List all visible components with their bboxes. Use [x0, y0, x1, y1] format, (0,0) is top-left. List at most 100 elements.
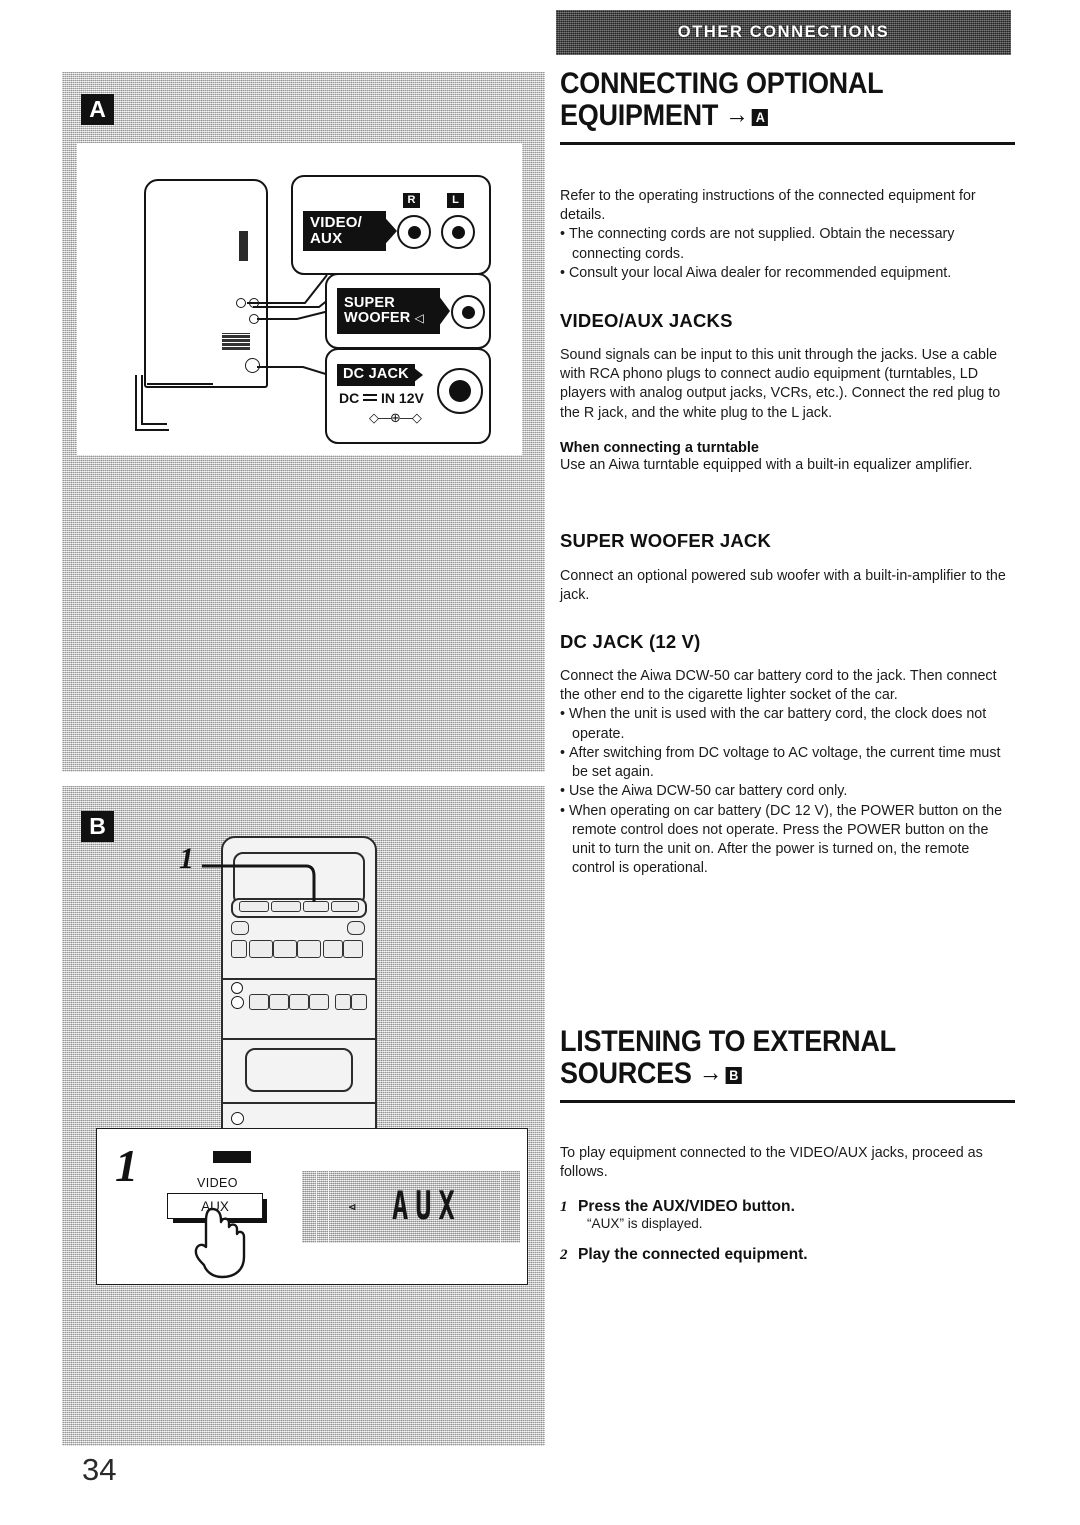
dc-jack-block: DC JACK (12 V) Connect the Aiwa DCW-50 c… — [560, 631, 1015, 878]
row-key-5[interactable] — [323, 940, 343, 958]
video-aux-arrow-icon — [379, 211, 397, 251]
super-woofer-jack-title: SUPER WOOFER JACK — [560, 530, 772, 551]
section-1-title-line1: CONNECTING OPTIONAL — [560, 67, 884, 100]
speaker-icon: ◁ — [414, 311, 424, 325]
row-key-4[interactable] — [297, 940, 321, 958]
listening-step-1-detail: “AUX” is displayed. — [587, 1216, 703, 1232]
mid-key-6[interactable] — [351, 994, 367, 1010]
dc-rating-text: DC IN 12V — [339, 390, 424, 406]
figure-a-panel: A VIDEO/ AUX R L SUPER WOOFER ◁ DC JACK … — [62, 72, 545, 772]
intro-bullets: The connecting cords are not supplied. O… — [560, 225, 1015, 283]
dc-jack-paragraph: Connect the Aiwa DCW-50 car battery cord… — [560, 668, 997, 704]
lcd-display: ⊳ AUX — [302, 1171, 520, 1243]
dc-jack-bullet-2: Use the Aiwa DCW-50 car battery cord onl… — [560, 782, 1015, 801]
jack-label-l: L — [447, 193, 464, 208]
dc-polarity-icon: ◇—⊕—◇ — [369, 410, 422, 425]
callout-step-number: 1 — [115, 1140, 138, 1191]
listening-step-2-number: 2 — [560, 1247, 568, 1264]
video-aux-label: VIDEO/ AUX — [303, 211, 386, 251]
listening-step-2-title: Play the connected equipment. — [578, 1246, 808, 1264]
lcd-indicator-icon: ⊳ — [348, 1201, 357, 1212]
lcd-text: AUX — [392, 1184, 462, 1229]
listening-steps: 1 Press the AUX/VIDEO button. “AUX” is di… — [560, 1198, 1022, 1264]
mid-key-3[interactable] — [289, 994, 309, 1010]
intro-block: Refer to the operating instructions of t… — [560, 187, 1015, 283]
super-woofer-jack — [451, 295, 485, 329]
manual-page: A VIDEO/ AUX R L SUPER WOOFER ◁ DC JACK … — [0, 0, 1080, 1525]
row-key-6[interactable] — [343, 940, 363, 958]
video-aux-label-line2: AUX — [310, 230, 343, 247]
knob-upper[interactable] — [231, 982, 243, 994]
section-2-heading: LISTENING TO EXTERNAL SOURCES → B — [560, 1025, 1028, 1104]
section-2-title-line1: LISTENING TO EXTERNAL — [560, 1025, 896, 1058]
callout-button-top-label: VIDEO — [197, 1176, 238, 1190]
super-woofer-jack-block: SUPER WOOFER JACK Connect an optional po… — [560, 530, 1015, 605]
dc-jack-socket — [437, 368, 483, 414]
super-woofer-jack-paragraph: Connect an optional powered sub woofer w… — [560, 568, 1006, 604]
listening-block: To play equipment connected to the VIDEO… — [560, 1144, 1022, 1264]
row-key-2[interactable] — [249, 940, 273, 958]
cable-vertical-inner — [141, 375, 143, 425]
figure-a-tag: A — [81, 94, 114, 125]
arrow-right-icon-2: → — [698, 1056, 722, 1087]
lcd-divider-2 — [328, 1171, 329, 1243]
knob-lower[interactable] — [231, 996, 244, 1009]
callout-indicator-bar — [213, 1151, 251, 1163]
cable-vertical — [135, 375, 137, 431]
turntable-paragraph: Use an Aiwa turntable equipped with a bu… — [560, 456, 973, 473]
section-1-ref-chip: A — [752, 108, 769, 126]
dc-jack-bullet-3: When operating on car battery (DC 12 V),… — [560, 802, 1015, 879]
video-aux-jacks-block: VIDEO/AUX JACKS Sound signals can be inp… — [560, 310, 1015, 475]
super-woofer-jack-box: SUPER WOOFER ◁ — [325, 273, 491, 349]
arrow-right-icon: → — [725, 98, 749, 129]
dc-jack-label: DC JACK — [337, 364, 415, 386]
side-key-right[interactable] — [347, 921, 365, 935]
listening-paragraph: To play equipment connected to the VIDEO… — [560, 1145, 983, 1181]
section-1-heading: CONNECTING OPTIONAL EQUIPMENT → A — [560, 67, 1028, 146]
mid-key-1[interactable] — [249, 994, 269, 1010]
section-2-ref-chip: B — [725, 1066, 742, 1084]
lcd-divider-3 — [500, 1171, 501, 1243]
figure-a-artboard: VIDEO/ AUX R L SUPER WOOFER ◁ DC JACK DC… — [77, 143, 522, 455]
dc-jack-bullet-0: When the unit is used with the car batte… — [560, 705, 1015, 743]
section-2-title-line2: SOURCES — [560, 1056, 692, 1090]
mid-key-2[interactable] — [269, 994, 289, 1010]
dc-jack-box: DC JACK DC IN 12V ◇—⊕—◇ — [325, 348, 491, 444]
section-banner: OTHER CONNECTIONS — [556, 10, 1011, 55]
dc-jack-arrow-icon — [409, 364, 423, 386]
cassette-door[interactable] — [245, 1048, 353, 1092]
step-1-callout-box: 1 VIDEO AUX ⊳ AUX — [96, 1128, 528, 1285]
page-number: 34 — [82, 1452, 117, 1487]
figure-b-tag: B — [81, 811, 114, 842]
intro-bullet-0: The connecting cords are not supplied. O… — [560, 225, 1015, 263]
side-key-left[interactable] — [231, 921, 249, 935]
row-key-1[interactable] — [231, 940, 247, 958]
super-woofer-label-line1: SUPER — [344, 294, 395, 311]
listening-step-1-title: Press the AUX/VIDEO button. — [578, 1198, 795, 1216]
dc-jack-title: DC JACK (12 V) — [560, 631, 701, 652]
dc-jack-bullet-1: After switching from DC voltage to AC vo… — [560, 744, 1015, 782]
rca-jack-r — [397, 215, 431, 249]
lcd-divider-1 — [316, 1171, 317, 1243]
mid-key-5[interactable] — [335, 994, 351, 1010]
figure-b-callout-leader — [202, 858, 332, 904]
row-key-3[interactable] — [273, 940, 297, 958]
bottom-knob[interactable] — [231, 1112, 244, 1125]
mid-key-4[interactable] — [309, 994, 329, 1010]
listening-step-1: 1 Press the AUX/VIDEO button. “AUX” is di… — [560, 1198, 1022, 1231]
video-aux-jacks-title: VIDEO/AUX JACKS — [560, 310, 733, 331]
video-aux-jack-box: VIDEO/ AUX R L — [291, 175, 491, 275]
dc-symbol-icon — [363, 393, 378, 402]
cable-horizontal — [135, 429, 169, 431]
slot-key-aux-video[interactable] — [331, 901, 359, 912]
unit-foot — [147, 383, 213, 385]
figure-b-panel: B 1 — [62, 786, 545, 1446]
pointing-hand-icon — [192, 1207, 260, 1281]
section-1-title-line2: EQUIPMENT — [560, 98, 719, 132]
listening-step-1-number: 1 — [560, 1199, 568, 1216]
intro-bullet-1: Consult your local Aiwa dealer for recom… — [560, 264, 1015, 283]
jack-label-r: R — [403, 193, 420, 208]
rca-jack-l — [441, 215, 475, 249]
listening-step-2: 2 Play the connected equipment. — [560, 1246, 1022, 1264]
video-aux-jacks-paragraph: Sound signals can be input to this unit … — [560, 347, 1001, 421]
